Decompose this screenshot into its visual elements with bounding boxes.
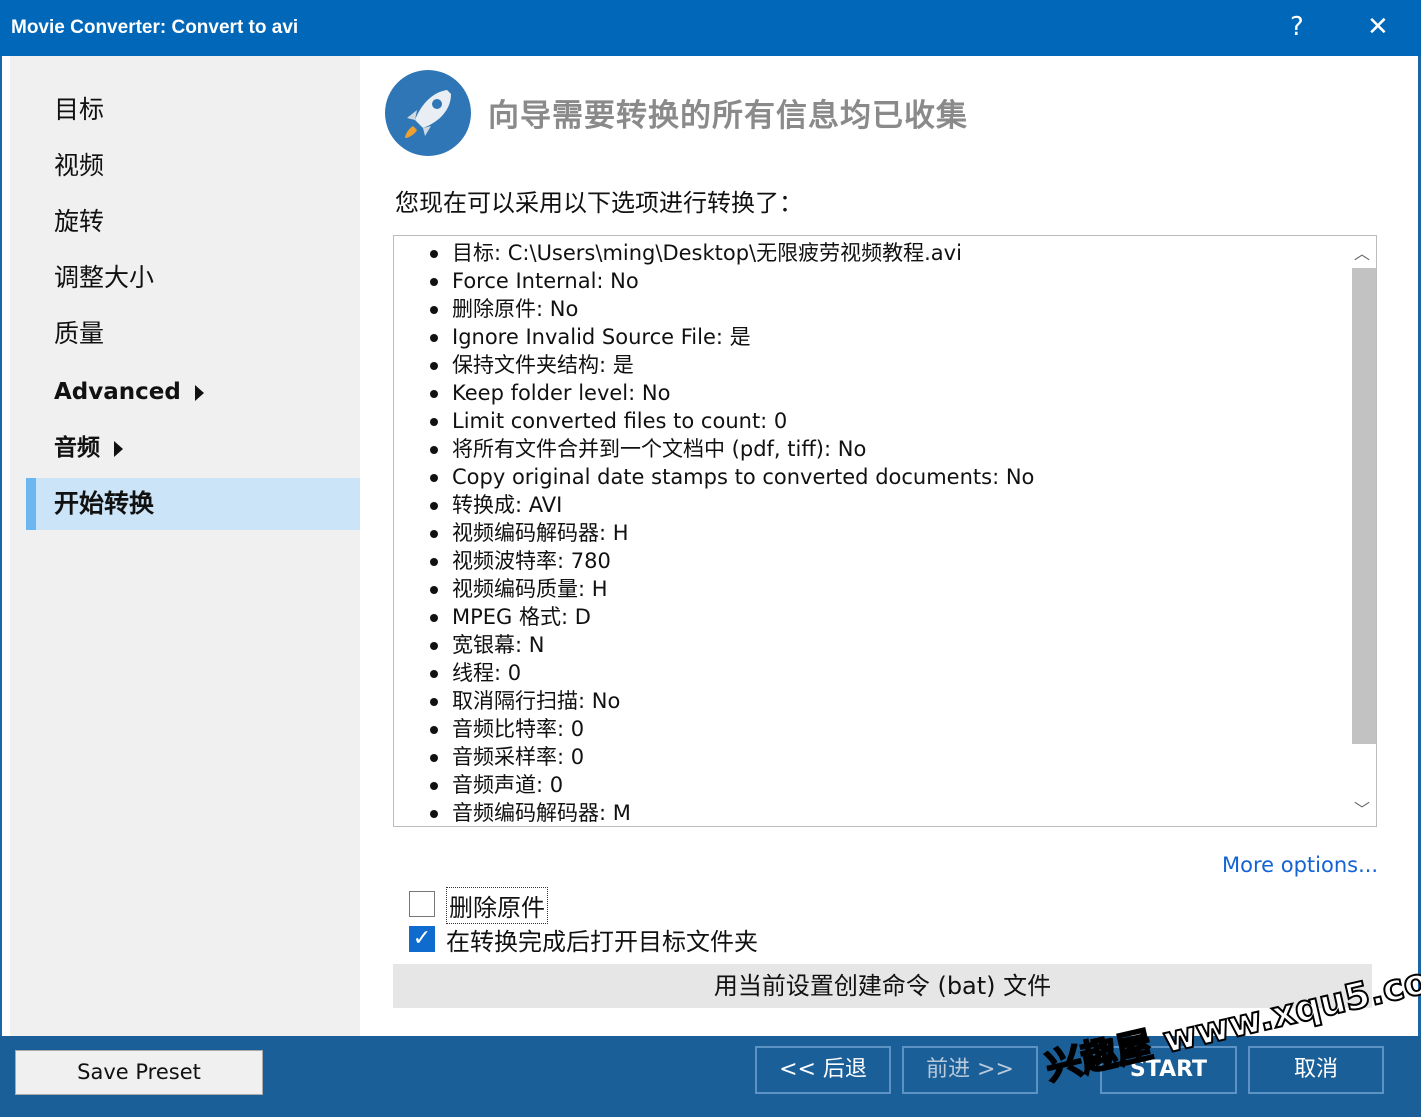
chevron-up-icon[interactable]: ︿	[1354, 240, 1370, 264]
chevron-down-icon[interactable]: ﹀	[1354, 796, 1370, 820]
summary-item: 音频采样率: 0	[430, 743, 584, 771]
scrollbar-thumb[interactable]	[1352, 268, 1376, 744]
sidebar-item-start-conversion[interactable]: 开始转换	[26, 478, 360, 530]
sidebar-item-advanced[interactable]: Advanced	[26, 366, 360, 418]
cancel-button[interactable]: 取消	[1248, 1046, 1384, 1094]
back-button[interactable]: << 后退	[755, 1046, 891, 1094]
open-folder-checkbox[interactable]: ✓	[409, 926, 435, 952]
summary-list[interactable]: 音频编码解码器: M 音频声道: 0 音频采样率: 0 音频比特率: 0 取消隔行扫描:…	[393, 235, 1377, 827]
summary-item: Ignore Invalid Source File: 是	[430, 323, 751, 351]
summary-item: 音频声道: 0	[430, 771, 563, 799]
summary-item: 将所有文件合并到一个文档中 (pdf, tiff): No	[430, 435, 866, 463]
next-button[interactable]: 前进 >>	[902, 1046, 1038, 1094]
summary-item: 视频编码质量: H	[430, 575, 608, 603]
save-preset-button[interactable]: Save Preset	[15, 1050, 263, 1095]
caret-right-icon	[194, 384, 204, 401]
summary-item: 视频波特率: 780	[430, 547, 611, 575]
delete-original-label[interactable]: 删除原件	[446, 887, 548, 924]
close-button[interactable]: ✕	[1367, 12, 1389, 42]
open-folder-label[interactable]: 在转换完成后打开目标文件夹	[446, 922, 758, 957]
summary-item: 删除原件: No	[430, 295, 578, 323]
start-button[interactable]: START	[1100, 1046, 1237, 1094]
summary-item: 目标: C:\Users\ming\Desktop\无限疲劳视频教程.avi	[430, 239, 962, 267]
more-options-link[interactable]: More options...	[1222, 853, 1378, 877]
page-subtitle: 您现在可以采用以下选项进行转换了：	[395, 189, 803, 217]
create-bat-button[interactable]: 用当前设置创建命令 (bat) 文件	[393, 964, 1372, 1008]
summary-item: Limit converted files to count: 0	[430, 407, 787, 435]
summary-item: 宽银幕: N	[430, 631, 544, 659]
sidebar-item-label: Advanced	[54, 379, 181, 405]
caret-right-icon	[114, 440, 123, 457]
sidebar-item-audio[interactable]: 音频	[26, 422, 360, 474]
delete-original-checkbox[interactable]	[409, 891, 435, 917]
summary-item: Copy original date stamps to converted d…	[430, 463, 1034, 491]
wizard-body: 目标 视频 旋转 调整大小 质量 Advanced 音频 开始转换 向导需要转换…	[2, 56, 1418, 1036]
window-title: Movie Converter: Convert to avi	[11, 17, 299, 38]
sidebar-item-target[interactable]: 目标	[26, 84, 360, 136]
sidebar-item-quality[interactable]: 质量	[26, 308, 360, 360]
sidebar-item-rotate[interactable]: 旋转	[26, 196, 360, 248]
summary-item: 保持文件夹结构: 是	[430, 351, 634, 379]
scrollbar[interactable]: ︿ ﹀	[1346, 236, 1376, 826]
sidebar-item-video[interactable]: 视频	[26, 140, 360, 192]
help-button[interactable]: ?	[1290, 12, 1304, 42]
sidebar-item-resize[interactable]: 调整大小	[26, 252, 360, 304]
summary-item: Force Internal: No	[430, 267, 639, 295]
sidebar-item-label: 音频	[54, 435, 100, 461]
sidebar: 目标 视频 旋转 调整大小 质量 Advanced 音频 开始转换	[10, 56, 360, 1036]
rocket-icon	[385, 70, 471, 156]
summary-item: MPEG 格式: D	[430, 603, 591, 631]
summary-item: 音频比特率: 0	[430, 715, 584, 743]
summary-item: 取消隔行扫描: No	[430, 687, 620, 715]
summary-item: Keep folder level: No	[430, 379, 670, 407]
summary-item: 线程: 0	[430, 659, 521, 687]
title-bar: Movie Converter: Convert to avi ? ✕	[0, 0, 1421, 56]
page-heading: 向导需要转换的所有信息均已收集	[488, 98, 968, 134]
summary-item: 音频编码解码器: M	[430, 799, 631, 826]
summary-item: 视频编码解码器: H	[430, 519, 629, 547]
summary-item: 转换成: AVI	[430, 491, 562, 519]
